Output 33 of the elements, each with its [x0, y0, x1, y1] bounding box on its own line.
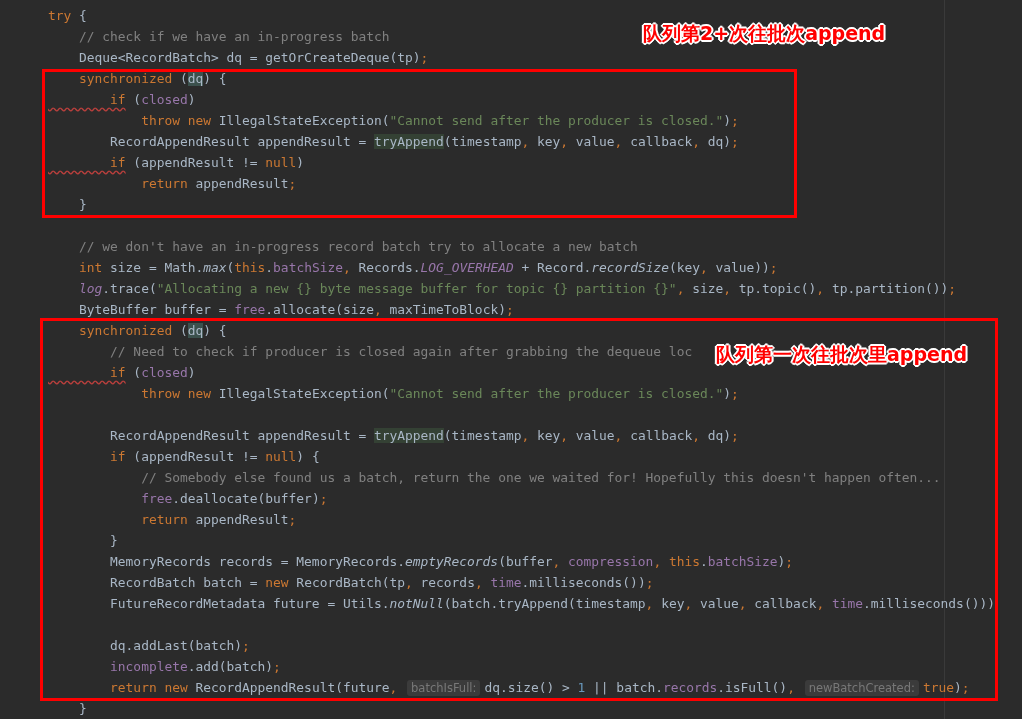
- code-line: throw new IllegalStateException("Cannot send after the producer is closed.");: [140, 386, 739, 401]
- code-line: synchronized (dq) {: [78, 71, 227, 86]
- code-line: RecordBatch batch = new RecordBatch(tp, records, time.milliseconds());: [109, 575, 654, 590]
- code-line: int size = Math.max(this.batchSize, Records.LOG_OVERHEAD + Record.recordSize(key, value));: [78, 260, 778, 275]
- code-line: }: [109, 533, 118, 548]
- code-line: synchronized (dq) {: [78, 323, 227, 338]
- code-line: RecordAppendResult appendResult = tryAppend(timestamp, key, value, callback, dq);: [109, 428, 739, 443]
- code-line: FutureRecordMetadata future = Utils.notNull(batch.tryAppend(timestamp, key, value, callback, time.milliseconds())): [109, 596, 995, 611]
- annotation-label: 队列第一次往批次里append: [716, 342, 968, 367]
- code-line: RecordAppendResult appendResult = tryAppend(timestamp, key, value, callback, dq);: [109, 134, 739, 149]
- code-line: return appendResult;: [140, 176, 297, 191]
- code-line: try {: [48, 8, 87, 23]
- code-line: }: [78, 701, 87, 716]
- code-line: if (appendResult != null) {: [109, 449, 320, 464]
- code-line: // Need to check if producer is closed again after grabbing the dequeue loc: [109, 344, 693, 359]
- code-line: if (appendResult != null): [109, 155, 305, 170]
- code-line: return new RecordAppendResult(future, batchIsFull: dq.size() > 1 || batch.records.isFull(), newBatchCreated: true);: [109, 680, 970, 695]
- code-line: Deque<RecordBatch> dq = getOrCreateDeque(tp);: [78, 50, 429, 65]
- code-line: log.trace("Allocating a new {} byte message buffer for topic {} partition {}", size, tp.topic(), tp.partition());: [78, 281, 957, 296]
- code-line: // check if we have an in-progress batch: [78, 29, 390, 44]
- code-line: // Somebody else found us a batch, return the one we waited for! Hopefully this doesn't happen often...: [140, 470, 941, 485]
- annotation-label: 队列第2+次往批次append: [643, 21, 886, 46]
- code-line: if (closed): [109, 92, 196, 107]
- code-line: free.deallocate(buffer);: [140, 491, 328, 506]
- code-line: if (closed): [109, 365, 196, 380]
- code-line: }: [78, 197, 87, 212]
- code-line: throw new IllegalStateException("Cannot send after the producer is closed.");: [140, 113, 739, 128]
- code-line: return appendResult;: [140, 512, 297, 527]
- code-line: ByteBuffer buffer = free.allocate(size, maxTimeToBlock);: [78, 302, 514, 317]
- code-line: // we don't have an in-progress record batch try to allocate a new batch: [78, 239, 638, 254]
- code-line: incomplete.add(batch);: [109, 659, 281, 674]
- code-line: MemoryRecords records = MemoryRecords.emptyRecords(buffer, compression, this.batchSize);: [109, 554, 794, 569]
- code-line: dq.addLast(batch);: [109, 638, 250, 653]
